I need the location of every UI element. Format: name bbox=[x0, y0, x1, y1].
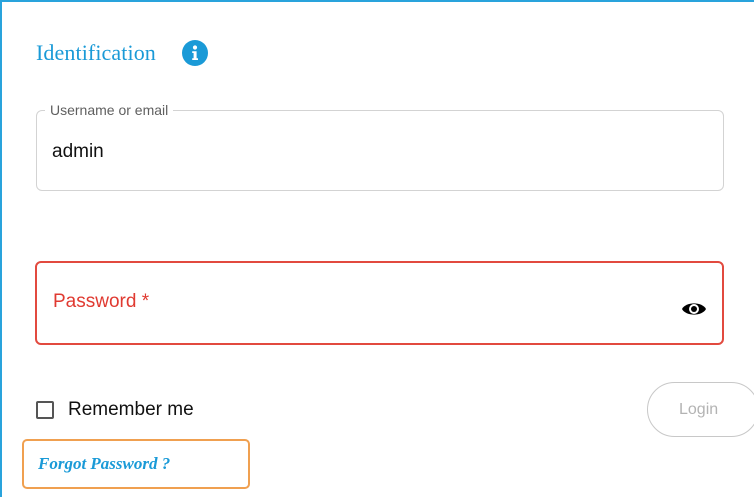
title-row: Identification bbox=[36, 38, 208, 68]
eye-icon[interactable] bbox=[680, 299, 708, 319]
username-input[interactable] bbox=[37, 137, 723, 167]
info-icon[interactable] bbox=[181, 40, 208, 66]
login-panel: Identification Username or email Passwor… bbox=[0, 0, 754, 497]
password-label: Password * bbox=[53, 291, 150, 312]
remember-me-checkbox[interactable] bbox=[36, 401, 54, 419]
forgot-password-link[interactable]: Forgot Password ? bbox=[22, 439, 250, 489]
remember-me-label: Remember me bbox=[68, 399, 194, 420]
page-title: Identification bbox=[36, 40, 156, 65]
password-field[interactable]: Password * bbox=[35, 261, 724, 345]
username-field[interactable]: Username or email bbox=[36, 101, 724, 191]
username-label: Username or email bbox=[45, 101, 174, 119]
remember-me[interactable]: Remember me bbox=[36, 396, 194, 424]
login-button[interactable]: Login bbox=[647, 382, 754, 437]
